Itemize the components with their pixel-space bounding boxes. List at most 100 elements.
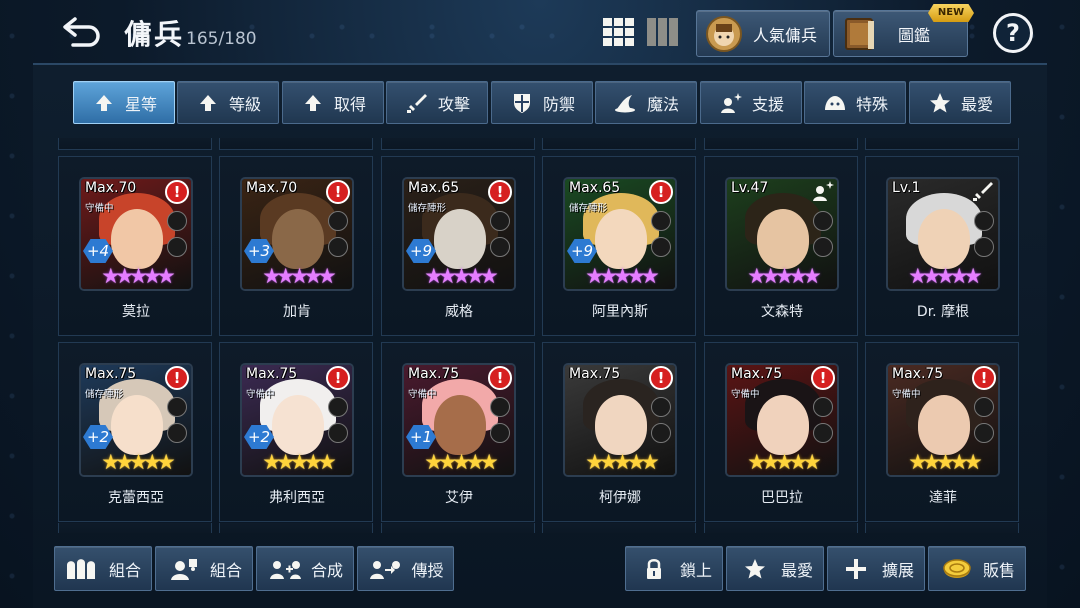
wizard-hat-icon [613,92,639,114]
action-button[interactable]: 最愛 [726,546,824,591]
equipment-slot-icon [974,423,994,443]
mercenary-portrait: Lv.47 ★★★★★ [727,179,837,289]
mercenary-card[interactable]: Max.75 儲存陣形! +2 ★★★★★ 克蕾西亞 [58,342,212,522]
mercenary-level: Lv.47 [731,180,769,196]
mercenary-card-partial[interactable] [542,523,696,533]
action-button[interactable]: 組合 [54,546,152,591]
filter-tab[interactable]: 特殊 [804,81,906,124]
mercenary-card-partial[interactable] [704,523,858,533]
book-icon [845,17,874,50]
mercenary-name: Dr. 摩根 [916,304,970,320]
equipment-slot-icon [813,423,833,443]
mercenary-level: Max.65 [569,180,621,196]
filter-tab[interactable]: 魔法 [595,81,697,124]
filter-tab[interactable]: 星等 [73,81,175,124]
mercenary-card[interactable]: Max.70! +3 ★★★★★ 加肯 [219,156,373,336]
sword-icon [404,92,430,114]
mercenary-card[interactable]: Max.65 儲存陣形! +9 ★★★★★ 阿里內斯 [542,156,696,336]
mercenary-card-partial[interactable] [58,138,212,150]
list-view-button[interactable] [646,17,680,47]
mercenary-card[interactable]: Max.75 守備中! +1 ★★★★★ 艾伊 [381,342,535,522]
mercenary-name: 文森特 [761,304,803,320]
star-rating: ★★★★★ [262,264,336,288]
portrait-face [918,209,970,269]
alert-icon: ! [165,366,189,390]
filter-tab[interactable]: 攻擊 [386,81,488,124]
mercenary-card[interactable]: Lv.1 ★★★★★ Dr. 摩根 [865,156,1019,336]
portrait-face [111,395,163,455]
mercenary-name: 柯伊娜 [599,490,641,506]
plus-icon [838,556,874,582]
filter-tab[interactable]: 取得 [282,81,384,124]
mercenary-card-partial[interactable] [381,138,535,150]
mercenary-portrait: Max.75 守備中! +2 ★★★★★ [242,365,352,475]
page-title: 傭兵 [124,18,185,51]
mercenary-portrait: Max.75 守備中! ★★★★★ [888,365,998,475]
mercenary-card-partial[interactable] [865,138,1019,150]
mercenary-card-partial[interactable] [542,138,696,150]
mercenary-name: 克蕾西亞 [108,490,164,506]
mercenary-portrait: Max.65 儲存陣形! +9 ★★★★★ [404,179,514,289]
popular-mercenaries-button[interactable]: 人氣傭兵 [696,10,830,57]
filter-tab-label: 魔法 [646,94,679,114]
star-icon [737,556,773,582]
mercenary-name: 弗利西亞 [269,490,325,506]
alert-icon: ! [972,366,996,390]
action-button[interactable]: 鎖上 [625,546,723,591]
grid-view-icon [603,18,634,46]
help-button[interactable]: ? [993,13,1033,53]
mercenary-card[interactable]: Max.75 守備中! ★★★★★ 巴巴拉 [704,342,858,522]
action-button-label: 合成 [310,560,343,580]
alert-icon: ! [649,180,673,204]
mercenary-level: Max.75 [892,366,944,382]
merge-icon [267,556,303,582]
equipment-slot-icon [490,397,510,417]
action-button-label: 組合 [108,560,141,580]
arrow-up-icon [91,92,117,114]
action-button[interactable]: 傳授 [357,546,454,591]
equipment-slot-icon [974,397,994,417]
mercenary-card-partial[interactable] [381,523,535,533]
star-rating: ★★★★★ [585,450,659,474]
mercenary-status: 儲存陣形 [408,203,447,214]
mercenary-card[interactable]: Max.75 守備中! +2 ★★★★★ 弗利西亞 [219,342,373,522]
portrait-face [434,395,486,455]
equipment-slot-icon [167,423,187,443]
arrow-up-icon [300,92,326,114]
equipment-slot-icon [651,237,671,257]
action-button[interactable]: 合成 [256,546,354,591]
mercenary-card[interactable]: Max.75! ★★★★★ 柯伊娜 [542,342,696,522]
mercenary-card-partial[interactable] [704,138,858,150]
mercenary-name: 加肯 [283,304,311,320]
mercenary-card[interactable]: Max.75 守備中! ★★★★★ 達菲 [865,342,1019,522]
equipment-slot-icon [167,237,187,257]
mercenary-portrait: Max.75! ★★★★★ [565,365,675,475]
mercenary-level: Max.70 [85,180,137,196]
star-rating: ★★★★★ [585,264,659,288]
mercenary-card[interactable]: Max.70 守備中! +4 ★★★★★ 莫拉 [58,156,212,336]
filter-tab[interactable]: 最愛 [909,81,1011,124]
group-icon [65,556,101,582]
back-button[interactable] [54,10,110,54]
action-button[interactable]: 組合 [155,546,253,591]
star-rating: ★★★★★ [262,450,336,474]
codex-label: 圖鑑 [898,25,931,45]
mercenary-level: Max.65 [408,180,460,196]
filter-tab[interactable]: 支援 [700,81,802,124]
mercenary-card-partial[interactable] [219,138,373,150]
mercenary-level: Max.70 [246,180,298,196]
filter-tab[interactable]: 等級 [177,81,279,124]
mercenary-card[interactable]: Lv.47 ★★★★★ 文森特 [704,156,858,336]
equipment-slot-icon [651,423,671,443]
mercenary-card-partial[interactable] [219,523,373,533]
mercenary-card[interactable]: Max.65 儲存陣形! +9 ★★★★★ 威格 [381,156,535,336]
action-button[interactable]: 販售 [928,546,1026,591]
grid-view-button[interactable] [602,17,636,47]
mercenary-card-partial[interactable] [865,523,1019,533]
mercenary-name: 威格 [445,304,473,320]
mercenary-card-partial[interactable] [58,523,212,533]
action-button[interactable]: 擴展 [827,546,925,591]
coin-icon [939,556,975,582]
mercenary-portrait: Max.70! +3 ★★★★★ [242,179,352,289]
filter-tab[interactable]: 防禦 [491,81,593,124]
